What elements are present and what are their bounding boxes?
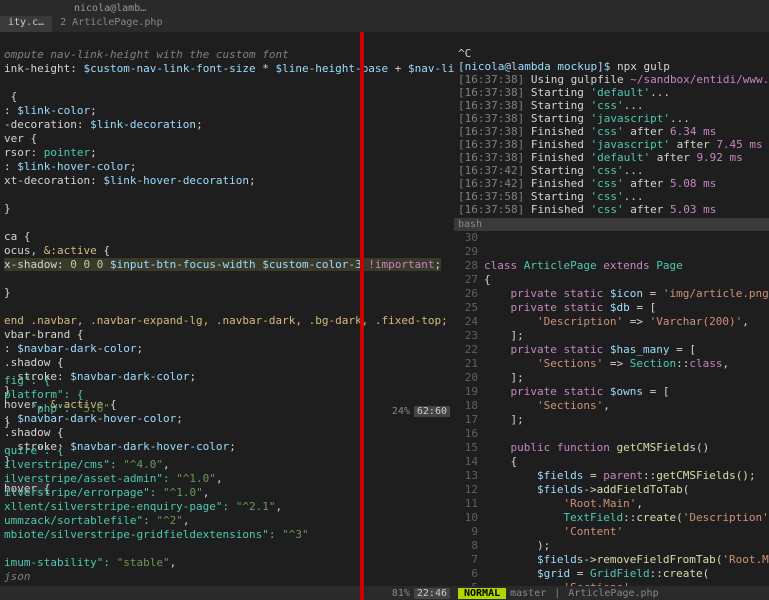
tab-1[interactable]: ity.c… <box>0 16 52 32</box>
tab-2[interactable]: 2 ArticlePage.php <box>52 16 170 32</box>
window-titlebar: nicola@lamb… <box>0 0 769 16</box>
status-left: 81%22:46 <box>0 586 454 600</box>
bash-label: bash <box>454 218 769 231</box>
terminal-output[interactable]: ^C [nicola@lambda mockup]$ npx gulp [16:… <box>454 32 769 218</box>
json-code[interactable]: fig": { platform": { "php": "5.6" } quir… <box>0 358 454 586</box>
php-editor[interactable]: 30 29 28 27 26 25 24 23 22 21 20 19 18 1… <box>454 231 769 586</box>
php-code[interactable]: class ArticlePage extends Page { private… <box>484 231 769 586</box>
tab-bar: ity.c… 2 ArticlePage.php <box>0 16 769 32</box>
vim-mode: NORMAL <box>458 588 506 599</box>
status-right: NORMAL master | ArticlePage.php <box>454 586 769 600</box>
line-gutter: 30 29 28 27 26 25 24 23 22 21 20 19 18 1… <box>454 231 484 586</box>
left-editor-pane[interactable]: ompute nav-link-height with the custom f… <box>0 32 454 600</box>
right-pane: ^C [nicola@lambda mockup]$ npx gulp [16:… <box>454 32 769 600</box>
column-guide <box>360 32 364 600</box>
